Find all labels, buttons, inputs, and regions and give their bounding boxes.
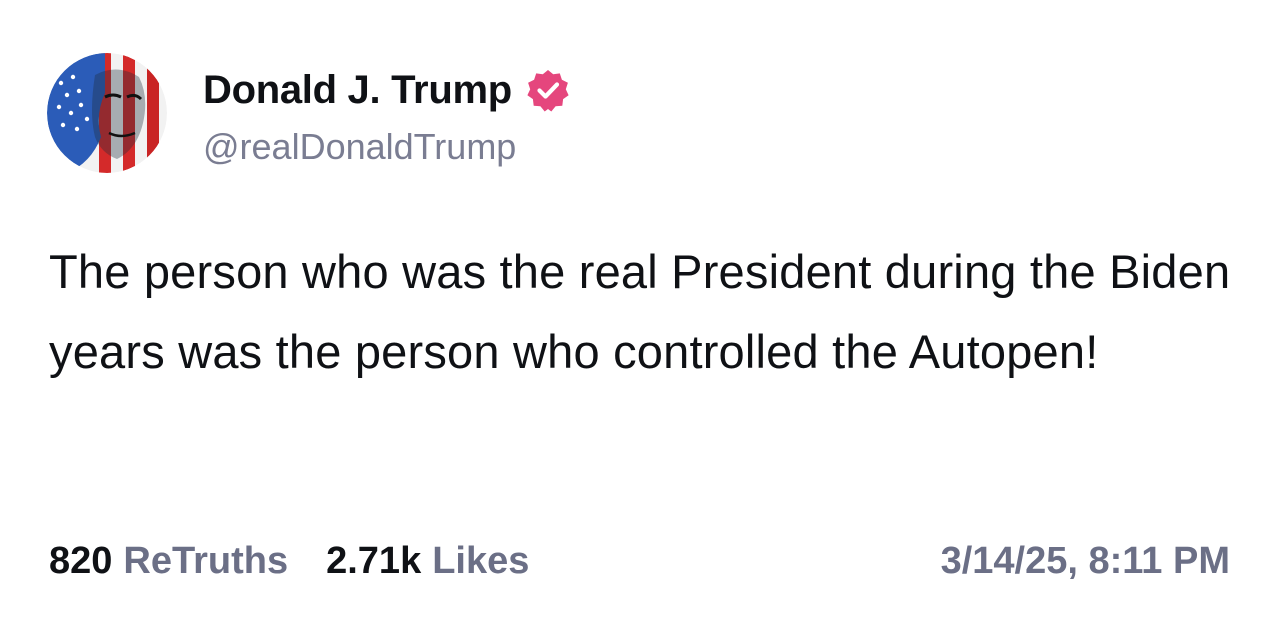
author-name-row: Donald J. Trump xyxy=(203,66,570,114)
likes-stat[interactable]: 2.71k Likes xyxy=(326,540,529,583)
retruths-count: 820 xyxy=(49,539,113,582)
retruths-label: ReTruths xyxy=(123,539,289,582)
post-card: Donald J. Trump @realDonaldTrump The per… xyxy=(0,0,1280,623)
likes-count: 2.71k xyxy=(326,539,422,582)
verified-badge-icon xyxy=(527,70,569,112)
author-handle[interactable]: @realDonaldTrump xyxy=(203,126,516,168)
avatar[interactable] xyxy=(47,53,167,173)
likes-label: Likes xyxy=(432,539,530,582)
retruths-stat[interactable]: 820 ReTruths xyxy=(49,540,288,583)
post-timestamp[interactable]: 3/14/25, 8:11 PM xyxy=(941,540,1230,583)
post-body-text: The person who was the real President du… xyxy=(49,245,1231,378)
post-stats-bar: 820 ReTruths 2.71k Likes 3/14/25, 8:11 P… xyxy=(49,536,1230,586)
author-display-name[interactable]: Donald J. Trump xyxy=(203,68,512,113)
avatar-image xyxy=(47,53,167,173)
